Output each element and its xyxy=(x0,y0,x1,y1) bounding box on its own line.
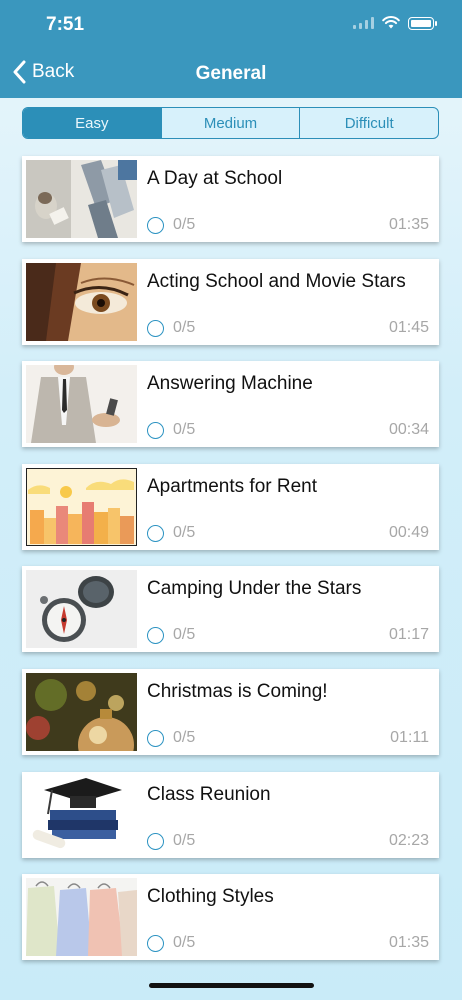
lesson-progress: 0/5 xyxy=(173,318,196,336)
lesson-duration: 01:35 xyxy=(388,934,429,952)
lesson-progress: 0/5 xyxy=(173,626,196,644)
lesson-duration: 01:11 xyxy=(390,728,429,746)
businessman-phone-photo xyxy=(26,365,137,444)
lesson-progress: 0/5 xyxy=(173,421,196,439)
progress-circle-icon xyxy=(147,729,164,747)
difficulty-segmented-control: Easy Medium Difficult xyxy=(22,107,439,139)
lesson-item[interactable]: Camping Under the Stars 0/5 01:17 xyxy=(22,566,439,653)
nav-bar: 7:51 Back General xyxy=(0,0,462,98)
lesson-title: Answering Machine xyxy=(147,373,313,395)
cellular-signal-icon xyxy=(353,17,374,29)
compass-photo xyxy=(26,570,137,649)
progress-circle-icon xyxy=(147,217,164,234)
progress-circle-icon xyxy=(147,935,164,953)
city-buildings-illustration xyxy=(26,467,137,546)
progress-circle-icon xyxy=(147,524,164,542)
lesson-duration: 01:17 xyxy=(388,626,429,644)
progress-circle-icon xyxy=(147,319,164,337)
lesson-duration: 00:49 xyxy=(388,523,429,541)
graduation-cap-books-photo xyxy=(26,775,137,854)
lesson-progress: 0/5 xyxy=(173,934,196,952)
tab-medium[interactable]: Medium xyxy=(160,108,300,138)
eye-closeup-photo xyxy=(26,262,137,341)
lesson-progress: 0/5 xyxy=(173,831,196,849)
lesson-item[interactable]: Clothing Styles 0/5 01:35 xyxy=(22,874,439,961)
lesson-progress: 0/5 xyxy=(173,216,196,233)
lesson-title: Class Reunion xyxy=(147,783,271,805)
lesson-duration: 02:23 xyxy=(388,831,429,849)
tab-easy[interactable]: Easy xyxy=(23,108,161,138)
tab-difficult[interactable]: Difficult xyxy=(299,108,438,138)
progress-circle-icon xyxy=(147,627,164,645)
progress-circle-icon xyxy=(147,832,164,850)
lesson-item[interactable]: Answering Machine 0/5 00:34 xyxy=(22,361,439,448)
page-title: General xyxy=(195,63,267,84)
christmas-ornament-photo xyxy=(26,672,137,751)
lesson-progress: 0/5 xyxy=(173,728,196,746)
battery-icon xyxy=(408,16,437,30)
lesson-title: Clothing Styles xyxy=(147,886,274,908)
lesson-item[interactable]: Christmas is Coming! 0/5 01:11 xyxy=(22,668,439,755)
shirts-on-hangers-photo xyxy=(26,878,137,957)
progress-circle-icon xyxy=(147,422,164,440)
lesson-title: Apartments for Rent xyxy=(147,475,318,497)
lesson-list: A Day at School 0/5 01:35 Acting School … xyxy=(22,156,439,977)
lesson-title: Christmas is Coming! xyxy=(147,680,328,702)
status-icons xyxy=(353,16,437,30)
lesson-duration: 01:45 xyxy=(388,318,429,336)
lesson-item[interactable]: Acting School and Movie Stars 0/5 01:45 xyxy=(22,258,439,345)
lesson-title: Acting School and Movie Stars xyxy=(147,270,406,292)
lesson-item[interactable]: Class Reunion 0/5 02:23 xyxy=(22,771,439,858)
lesson-progress: 0/5 xyxy=(173,523,196,541)
wifi-icon xyxy=(382,16,400,29)
school-desk-photo xyxy=(26,160,137,238)
lesson-title: A Day at School xyxy=(147,168,283,189)
lesson-title: Camping Under the Stars xyxy=(147,578,362,600)
lesson-item[interactable]: Apartments for Rent 0/5 00:49 xyxy=(22,463,439,550)
status-time: 7:51 xyxy=(46,14,85,35)
lesson-duration: 01:35 xyxy=(388,216,429,233)
lesson-duration: 00:34 xyxy=(388,421,429,439)
lesson-item[interactable]: A Day at School 0/5 01:35 xyxy=(22,156,439,242)
home-indicator[interactable] xyxy=(149,983,314,988)
